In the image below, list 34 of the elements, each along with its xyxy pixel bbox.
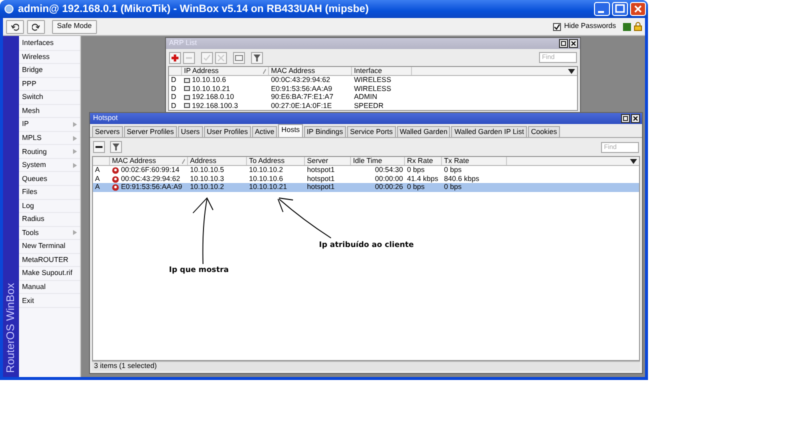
restore-button[interactable]	[559, 39, 568, 48]
redo-icon	[32, 22, 40, 30]
check-button[interactable]	[201, 52, 213, 64]
undo-icon	[11, 22, 19, 30]
maximize-button[interactable]	[612, 2, 628, 16]
check-icon	[203, 54, 211, 62]
arrow	[278, 198, 332, 238]
filter-button[interactable]	[251, 52, 263, 64]
add-button[interactable]	[169, 52, 181, 64]
add-icon	[171, 54, 179, 62]
filter-icon	[253, 54, 261, 62]
comment-icon	[235, 54, 243, 62]
dropdown-caret-icon[interactable]	[568, 68, 575, 74]
close-button[interactable]	[631, 114, 640, 123]
cross-icon	[217, 54, 225, 62]
sidebar-brand: RouterOS WinBox	[4, 283, 18, 373]
window-title: admin@ 192.168.0.1 (MikroTik) - WinBox v5.14 on RB433UAH (mipsbe)	[18, 2, 369, 16]
dropdown-caret-icon[interactable]	[630, 158, 637, 164]
redo-button[interactable]	[27, 20, 45, 34]
sort-icon	[263, 68, 266, 74]
sort-icon	[182, 158, 185, 164]
lock-icon	[634, 22, 642, 31]
undo-button[interactable]	[6, 20, 24, 34]
remove-button[interactable]	[93, 141, 105, 154]
arrow	[192, 197, 214, 264]
filter-icon	[112, 143, 120, 152]
comment-button[interactable]	[233, 52, 245, 64]
status-square-icon	[623, 22, 631, 30]
minimize-button[interactable]	[594, 2, 610, 16]
hide-passwords-checkbox[interactable]	[553, 22, 562, 30]
filter-button[interactable]	[110, 141, 122, 154]
app-icon	[4, 4, 14, 14]
close-button[interactable]	[569, 39, 578, 48]
restore-button[interactable]	[621, 114, 630, 123]
